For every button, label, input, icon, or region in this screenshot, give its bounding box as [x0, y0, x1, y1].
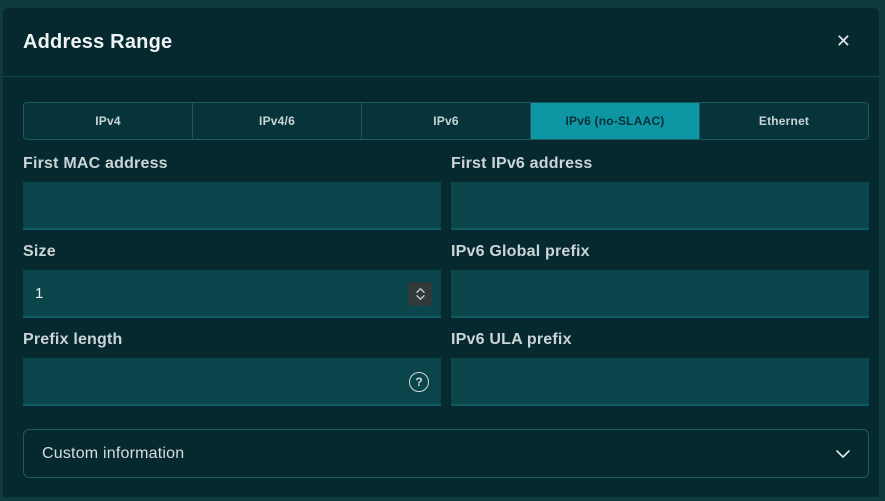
address-range-dialog: Address Range ✕ IPv4 IPv4/6 IPv6 IPv6 (n… — [3, 8, 879, 497]
custom-information-label: Custom information — [42, 445, 184, 463]
tab-ethernet[interactable]: Ethernet — [700, 103, 868, 139]
ipv6-ula-prefix-label: IPv6 ULA prefix — [451, 330, 869, 350]
tab-ipv6-no-slaac[interactable]: IPv6 (no-SLAAC) — [531, 103, 700, 139]
first-ipv6-address-input[interactable] — [451, 182, 869, 230]
field-ipv6-global-prefix: IPv6 Global prefix — [451, 242, 869, 318]
chevron-up-icon — [416, 288, 425, 293]
chevron-down-icon — [416, 295, 425, 300]
screen: Address Range ✕ IPv4 IPv4/6 IPv6 IPv6 (n… — [0, 0, 885, 501]
dialog-header: Address Range ✕ — [3, 8, 879, 77]
size-input[interactable] — [23, 270, 441, 318]
field-size: Size — [23, 242, 441, 318]
ipv6-global-prefix-label: IPv6 Global prefix — [451, 242, 869, 262]
size-stepper[interactable] — [408, 282, 432, 306]
address-type-tabbar: IPv4 IPv4/6 IPv6 IPv6 (no-SLAAC) Etherne… — [23, 102, 869, 140]
custom-information-expander[interactable]: Custom information — [23, 429, 869, 478]
tab-ipv4[interactable]: IPv4 — [24, 103, 193, 139]
chevron-down-icon — [836, 450, 850, 458]
prefix-length-input[interactable] — [23, 358, 441, 406]
tab-ipv6[interactable]: IPv6 — [362, 103, 531, 139]
prefix-length-label: Prefix length — [23, 330, 441, 350]
first-mac-address-label: First MAC address — [23, 154, 441, 174]
dialog-title: Address Range — [23, 31, 172, 54]
tab-ipv4-6[interactable]: IPv4/6 — [193, 103, 362, 139]
first-ipv6-address-label: First IPv6 address — [451, 154, 869, 174]
address-range-form: First MAC address First IPv6 address Siz… — [23, 154, 869, 406]
size-label: Size — [23, 242, 441, 262]
field-ipv6-ula-prefix: IPv6 ULA prefix — [451, 330, 869, 406]
close-icon: ✕ — [836, 31, 851, 52]
field-first-ipv6-address: First IPv6 address — [451, 154, 869, 230]
ipv6-ula-prefix-input[interactable] — [451, 358, 869, 406]
first-mac-address-input[interactable] — [23, 182, 441, 230]
ipv6-global-prefix-input[interactable] — [451, 270, 869, 318]
close-button[interactable]: ✕ — [830, 31, 857, 53]
field-prefix-length: Prefix length ? — [23, 330, 441, 406]
question-mark-icon[interactable]: ? — [409, 372, 429, 392]
field-first-mac-address: First MAC address — [23, 154, 441, 230]
